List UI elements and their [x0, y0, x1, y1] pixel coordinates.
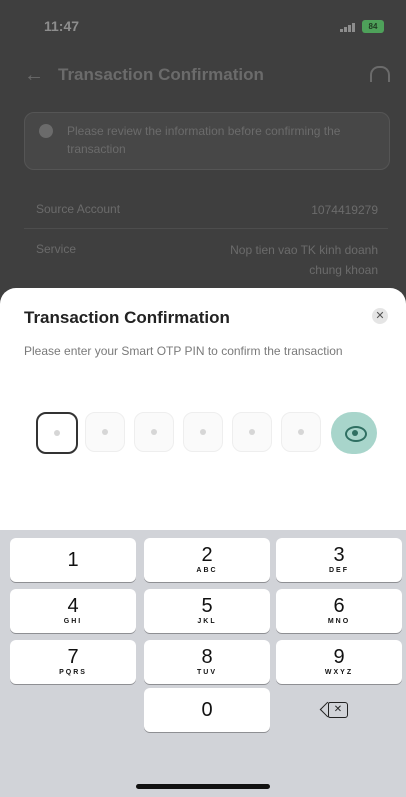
key-letters: DEF: [329, 567, 349, 574]
key-1[interactable]: 1: [10, 538, 136, 582]
key-8[interactable]: 8 TUV: [144, 640, 270, 684]
pin-dot: [54, 430, 60, 436]
key-digit: 5: [201, 595, 213, 617]
key-letters: ABC: [196, 567, 218, 574]
back-arrow-icon[interactable]: ←: [24, 64, 44, 87]
key-letters: MNO: [327, 618, 351, 625]
support-headset-icon[interactable]: [370, 66, 390, 82]
pin-box[interactable]: [85, 412, 125, 452]
pin-dot: [102, 429, 108, 435]
key-6[interactable]: 6 MNO: [276, 589, 402, 633]
service-label: Service: [36, 242, 77, 256]
key-digit: 9: [333, 646, 345, 668]
pin-dot: [200, 429, 206, 435]
key-0[interactable]: 0: [144, 688, 270, 732]
pin-box[interactable]: [232, 412, 272, 452]
pin-dot: [151, 429, 157, 435]
signal-icon: [340, 22, 356, 32]
key-9[interactable]: 9 WXYZ: [276, 640, 402, 684]
key-digit: 4: [67, 595, 79, 617]
key-letters: WXYZ: [324, 669, 354, 676]
numeric-keypad: 1 2 ABC 3 DEF 4 GHI 5 JKL 6 MNO 7 PQRS 8…: [0, 530, 406, 797]
divider: [24, 228, 388, 229]
nav-bar: ← Transaction Confirmation: [0, 56, 406, 92]
key-4[interactable]: 4 GHI: [10, 589, 136, 633]
key-letters: GHI: [63, 618, 83, 625]
show-pin-button[interactable]: [331, 412, 377, 454]
key-digit: 0: [201, 699, 213, 721]
pin-box[interactable]: [36, 412, 78, 454]
info-text: Please review the information before con…: [67, 124, 341, 156]
key-digit: 6: [333, 595, 345, 617]
page-title: Transaction Confirmation: [58, 65, 264, 84]
key-letters: JKL: [197, 618, 217, 625]
backspace-icon: ✕: [328, 702, 348, 718]
pin-box[interactable]: [183, 412, 223, 452]
backspace-key[interactable]: ✕: [276, 688, 402, 732]
info-icon: [39, 124, 53, 138]
sheet-subtitle: Please enter your Smart OTP PIN to confi…: [24, 344, 343, 358]
key-7[interactable]: 7 PQRS: [10, 640, 136, 684]
service-value: Nop tien vao TK kinh doanh chung khoan: [230, 243, 378, 277]
status-bar: 11:47 84: [0, 0, 406, 50]
key-5[interactable]: 5 JKL: [144, 589, 270, 633]
pin-box[interactable]: [134, 412, 174, 452]
key-3[interactable]: 3 DEF: [276, 538, 402, 582]
status-time: 11:47: [44, 18, 80, 34]
source-account-value: 1074419279: [311, 203, 378, 217]
key-digit: 8: [201, 646, 213, 668]
key-digit: 7: [67, 646, 79, 668]
info-card: Please review the information before con…: [24, 112, 390, 170]
battery-icon: 84: [362, 20, 384, 33]
key-digit: 3: [333, 544, 345, 566]
pin-dot: [298, 429, 304, 435]
home-indicator: [136, 784, 270, 789]
key-digit: 1: [67, 549, 79, 571]
sheet-title: Transaction Confirmation: [24, 308, 230, 327]
pin-dot: [249, 429, 255, 435]
key-letters: TUV: [197, 669, 217, 676]
key-2[interactable]: 2 ABC: [144, 538, 270, 582]
key-digit: 2: [201, 544, 213, 566]
pin-box[interactable]: [281, 412, 321, 452]
source-account-label: Source Account: [36, 202, 121, 216]
close-icon[interactable]: ✕: [372, 308, 388, 324]
key-letters: PQRS: [59, 669, 87, 676]
